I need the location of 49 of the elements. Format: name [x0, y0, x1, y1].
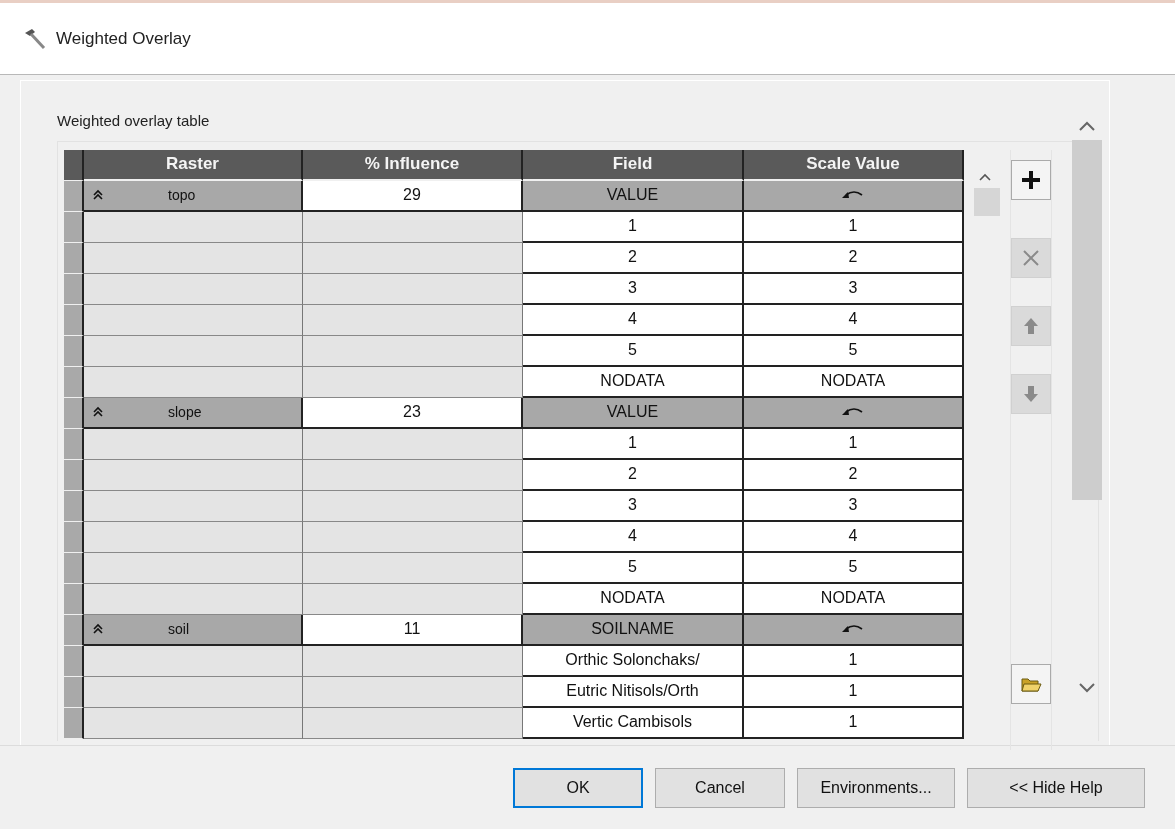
table-cell[interactable]: 2 [744, 459, 964, 491]
table-cell: Orthic Solonchaks/ [523, 645, 744, 677]
table-cell: Eutric Nitisols/Orth [523, 676, 744, 708]
raster-name: slope [168, 402, 202, 422]
dialog-button[interactable]: Environments... [797, 767, 955, 808]
table-cell[interactable]: 4 [744, 304, 964, 336]
table-cell: Vertic Cambisols [523, 707, 744, 739]
raster-name: soil [168, 619, 189, 639]
table-cell: 2 [523, 459, 744, 491]
table-cell: 1 [523, 428, 744, 460]
column-header[interactable]: Field [523, 149, 744, 181]
raster-name: topo [168, 185, 196, 205]
dialog-button[interactable]: Cancel [655, 767, 785, 808]
dialog-button[interactable]: OK [513, 767, 643, 808]
section-label: Weighted overlay table [57, 111, 210, 131]
table-cell: 1 [523, 211, 744, 243]
table-cell: 5 [523, 552, 744, 584]
table-cell: 4 [523, 304, 744, 336]
column-header[interactable]: Raster [84, 149, 303, 181]
table-cell[interactable]: 3 [744, 490, 964, 522]
column-header[interactable]: Scale Value [744, 149, 964, 181]
table-cell: NODATA [523, 583, 744, 615]
table-cell[interactable]: 1 [744, 428, 964, 460]
table-cell[interactable]: NODATA [744, 583, 964, 615]
table-cell[interactable]: 1 [744, 211, 964, 243]
field-cell[interactable]: VALUE [523, 180, 744, 212]
influence-cell[interactable]: 29 [303, 180, 523, 212]
table-cell[interactable]: 5 [744, 552, 964, 584]
table-cell[interactable]: 4 [744, 521, 964, 553]
table-cell[interactable]: 1 [744, 676, 964, 708]
field-cell[interactable]: SOILNAME [523, 614, 744, 646]
table-cell[interactable]: 5 [744, 335, 964, 367]
table-cell: 2 [523, 242, 744, 274]
field-cell[interactable]: VALUE [523, 397, 744, 429]
influence-cell[interactable]: 23 [303, 397, 523, 429]
table-cell: 3 [523, 273, 744, 305]
influence-cell[interactable]: 11 [303, 614, 523, 646]
table-cell[interactable]: NODATA [744, 366, 964, 398]
table-cell: 4 [523, 521, 744, 553]
table-cell[interactable]: 2 [744, 242, 964, 274]
window-title: Weighted Overlay [56, 27, 191, 50]
table-cell[interactable]: 3 [744, 273, 964, 305]
table-cell[interactable]: 1 [744, 707, 964, 739]
table-cell[interactable]: 1 [744, 645, 964, 677]
column-header[interactable]: % Influence [303, 149, 523, 181]
table-cell: 3 [523, 490, 744, 522]
table-cell: NODATA [523, 366, 744, 398]
table-cell: 5 [523, 335, 744, 367]
dialog-button[interactable]: << Hide Help [967, 767, 1145, 808]
